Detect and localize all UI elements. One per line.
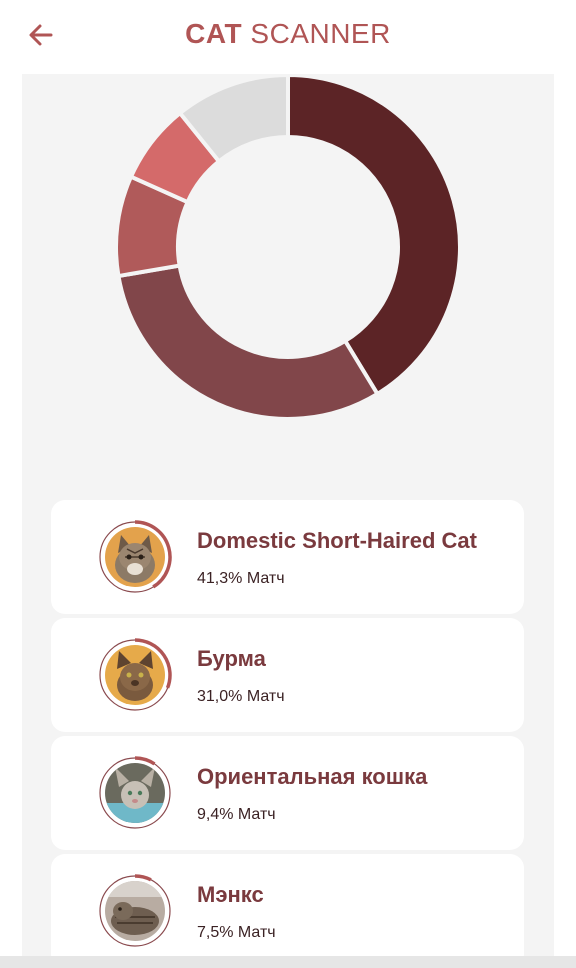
- app-header: CAT SCANNER: [0, 0, 576, 72]
- result-card[interactable]: Бурма 31,0% Матч: [51, 618, 524, 732]
- breed-name: Domestic Short-Haired Cat: [197, 528, 477, 553]
- result-card[interactable]: Ориентальная кошка 9,4% Матч: [51, 736, 524, 850]
- match-percent: 9,4% Матч: [197, 806, 276, 823]
- ring-progress: [134, 874, 152, 882]
- result-card[interactable]: Domestic Short-Haired Cat 41,3% Матч: [51, 500, 524, 614]
- result-card[interactable]: Мэнкс 7,5% Матч: [51, 854, 524, 968]
- match-percent: 41,3% Матч: [197, 570, 285, 587]
- breed-name: Ориентальная кошка: [197, 764, 428, 789]
- title-bold: CAT: [185, 18, 243, 49]
- breed-name: Бурма: [197, 646, 266, 671]
- breed-match-donut-chart: [115, 74, 461, 420]
- cat-avatar-oriental: [105, 763, 165, 823]
- title-rest: SCANNER: [250, 18, 391, 49]
- avatar-ring: [98, 874, 172, 948]
- avatar-ring: [98, 638, 172, 712]
- breed-name: Мэнкс: [197, 882, 264, 907]
- match-percent: 7,5% Матч: [197, 924, 276, 941]
- cat-avatar-tabby: [105, 527, 165, 587]
- donut-segment-1: [116, 263, 381, 420]
- avatar-ring: [98, 756, 172, 830]
- results-panel: Domestic Short-Haired Cat 41,3% Матч Бур…: [22, 74, 554, 968]
- cat-avatar-burmese: [105, 645, 165, 705]
- bottom-scroll-edge: [0, 956, 576, 968]
- donut-segment-0: [286, 74, 461, 397]
- cat-avatar-manx: [105, 881, 165, 941]
- page-title: CAT SCANNER: [0, 18, 576, 50]
- match-percent: 31,0% Матч: [197, 688, 285, 705]
- avatar-ring: [98, 520, 172, 594]
